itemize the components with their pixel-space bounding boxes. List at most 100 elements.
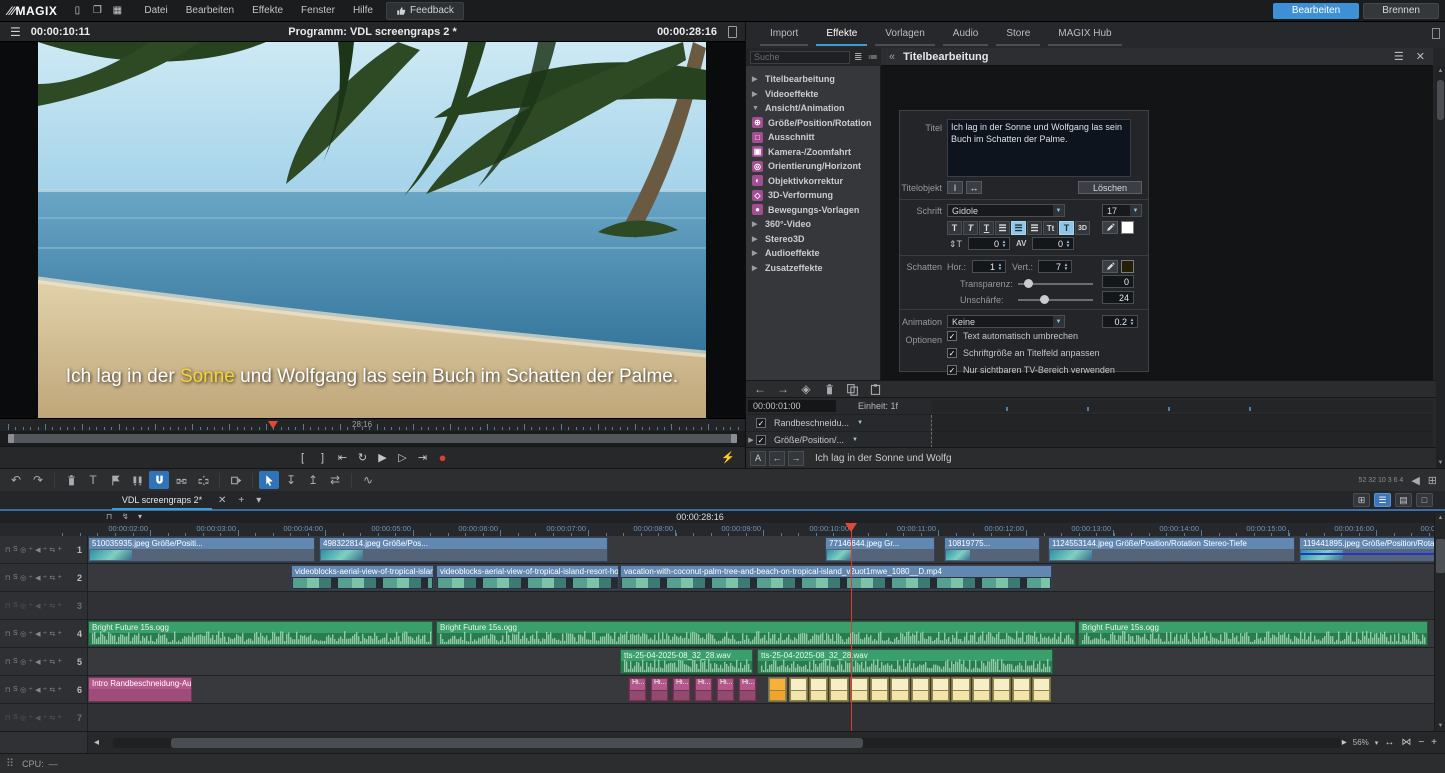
track-lane-6[interactable]: Intro Randbeschneidung-Aus...Hi...Hi...H… xyxy=(88,676,1445,703)
mute-icon[interactable]: ◀ xyxy=(35,546,40,554)
timeline-clip[interactable]: Hi... xyxy=(650,677,669,702)
effect-group-audioeffekte[interactable]: ▶Audioeffekte xyxy=(746,246,880,261)
ungroup-icon[interactable] xyxy=(193,471,213,489)
lock-icon[interactable]: ⊓ xyxy=(5,686,10,694)
mute-icon[interactable]: ◀ xyxy=(35,574,40,582)
pan-curve-icon[interactable]: ÷ xyxy=(43,686,47,693)
transition-icon[interactable]: ⇆ xyxy=(49,574,55,582)
timeline-clip[interactable]: tts-25-04-2025-08_32_28.wav xyxy=(757,649,1053,674)
solo-icon[interactable]: S xyxy=(13,686,18,693)
next-object-icon[interactable]: → xyxy=(788,451,804,466)
panel-detach-icon[interactable] xyxy=(1432,28,1440,39)
timeline-vscrollbar[interactable]: ▲▼ xyxy=(1434,513,1445,731)
list-view-icon[interactable]: ≣ xyxy=(852,52,865,63)
track-lane-1[interactable]: 510035935.jpeg Größe/Positi...498322814.… xyxy=(88,536,1445,563)
delete-title-button[interactable]: Löschen xyxy=(1078,181,1142,194)
range-in-icon[interactable]: [ xyxy=(296,450,310,466)
visibility-icon[interactable]: ◎ xyxy=(20,658,26,666)
tab-effekte[interactable]: Effekte xyxy=(816,24,867,46)
replace-object-icon[interactable] xyxy=(226,471,246,489)
solo-icon[interactable]: S xyxy=(13,574,18,581)
timeline-clip[interactable]: Hi... xyxy=(738,677,757,702)
bold-button[interactable]: T xyxy=(947,221,962,235)
timeline-clip[interactable]: Hi... xyxy=(672,677,691,702)
lock-icon[interactable]: ⊓ xyxy=(5,546,10,554)
solo-icon[interactable]: S xyxy=(13,658,18,665)
solo-icon[interactable]: S xyxy=(13,630,18,637)
font-color-swatch[interactable] xyxy=(1121,221,1134,234)
timeline-clip[interactable] xyxy=(809,677,828,702)
pan-curve-icon[interactable]: ÷ xyxy=(43,658,47,665)
redo-icon[interactable]: ↷ xyxy=(28,471,48,489)
mode-brennen-button[interactable]: Brennen xyxy=(1363,3,1439,19)
effect-group-zusatzeffekte[interactable]: ▶Zusatzeffekte xyxy=(746,261,880,276)
animation-speed-spinner[interactable]: 0.2▲▼ xyxy=(1102,315,1138,328)
visibility-icon[interactable]: ◎ xyxy=(20,630,26,638)
timeline-clip[interactable] xyxy=(951,677,971,702)
timeline-clip[interactable] xyxy=(768,677,787,702)
mouse-mode-icon[interactable] xyxy=(259,471,279,489)
tab-store[interactable]: Store xyxy=(996,24,1040,46)
underline-button[interactable]: T xyxy=(979,221,994,235)
transition-icon[interactable]: ⇆ xyxy=(49,630,55,638)
track-lane-3[interactable] xyxy=(88,592,1445,619)
expand-icon[interactable]: ▶ xyxy=(746,436,756,444)
lock-icon[interactable]: ⊓ xyxy=(5,574,10,582)
timeline-clip[interactable] xyxy=(850,677,869,702)
preview-render-icon[interactable]: ⚡ xyxy=(721,450,735,466)
timeline-clip[interactable]: 119441895.jpeg Größe/Position/Rota... xyxy=(1299,537,1445,562)
3d-text-button[interactable]: 3D xyxy=(1075,221,1090,235)
timeline-clip[interactable] xyxy=(1032,677,1051,702)
panel-close-icon[interactable]: ✕ xyxy=(1416,50,1425,63)
chevron-down-icon[interactable]: ▼ xyxy=(857,420,863,426)
effect-item-3d-verformung[interactable]: ◇3D-Verformung xyxy=(746,188,880,203)
timeline-clip[interactable]: 510035935.jpeg Größe/Positi... xyxy=(88,537,315,562)
line-spacing-spinner[interactable]: 0▲▼ xyxy=(968,237,1010,250)
fit-width-text-button[interactable]: ↔ xyxy=(966,181,982,194)
tab-magix-hub[interactable]: MAGIX Hub xyxy=(1048,24,1121,46)
delete-icon[interactable] xyxy=(61,471,81,489)
hscroll-thumb[interactable] xyxy=(171,738,863,748)
transparency-slider[interactable] xyxy=(1018,283,1093,285)
group-icon[interactable] xyxy=(171,471,191,489)
add-effect-icon[interactable]: + xyxy=(58,630,62,637)
menu-item-fenster[interactable]: Fenster xyxy=(292,0,344,22)
kerning-spinner[interactable]: 0▲▼ xyxy=(1032,237,1074,250)
timeline-ruler[interactable]: 00:00:02:0000:00:03:0000:00:04:0000:00:0… xyxy=(0,523,1445,536)
record-icon[interactable]: ● xyxy=(436,450,450,466)
visibility-icon[interactable]: ◎ xyxy=(20,686,26,694)
marker-icon[interactable] xyxy=(105,471,125,489)
volume-curve-icon[interactable]: ÷ xyxy=(29,630,33,637)
playhead-marker[interactable] xyxy=(845,523,857,532)
track-options-icon[interactable]: ▾ xyxy=(138,512,142,521)
mute-icon[interactable]: ◀ xyxy=(35,686,40,694)
font-color-picker-button[interactable] xyxy=(1102,221,1118,234)
effect-group-titelbearbeitung[interactable]: ▶Titelbearbeitung xyxy=(746,72,880,87)
tab-import[interactable]: Import xyxy=(760,24,808,46)
range-out-icon[interactable]: ] xyxy=(316,450,330,466)
animation-select[interactable]: Keine▼ xyxy=(947,315,1065,328)
panel-scrollbar[interactable]: ▲▼ xyxy=(1436,66,1445,468)
timeline-clip[interactable]: videoblocks-aerial-view-of-tropical-isla… xyxy=(291,565,434,590)
timeline-clip[interactable]: videoblocks-aerial-view-of-tropical-isla… xyxy=(436,565,619,590)
close-project-icon[interactable]: ✕ xyxy=(212,495,232,506)
lock-icon[interactable]: ⊓ xyxy=(5,630,10,638)
add-project-icon[interactable]: + xyxy=(232,495,250,506)
title-editor-icon[interactable]: T xyxy=(83,471,103,489)
timeline-clip[interactable]: 10819775... xyxy=(944,537,1040,562)
timeline-clip[interactable]: 77146644.jpeg Gr... xyxy=(825,537,935,562)
undo-icon[interactable]: ↶ xyxy=(6,471,26,489)
scrubber-handle-right[interactable] xyxy=(731,434,737,443)
preview-scrubber[interactable] xyxy=(0,431,745,446)
caps-button[interactable]: Tt xyxy=(1043,221,1058,235)
effect-group-ansicht/animation[interactable]: ▼Ansicht/Animation xyxy=(746,101,880,116)
shadow-color-picker-button[interactable] xyxy=(1102,260,1118,273)
volume-curve-icon[interactable]: ÷ xyxy=(29,658,33,665)
align-center-button[interactable]: ☰ xyxy=(1011,221,1026,235)
menu-item-effekte[interactable]: Effekte xyxy=(243,0,292,22)
track-lane-4[interactable]: Bright Future 15s.oggBright Future 15s.o… xyxy=(88,620,1445,647)
video-preview[interactable]: Ich lag in der Sonne und Wolfgang las se… xyxy=(0,42,745,418)
lock-icon[interactable]: ⊓ xyxy=(106,512,112,521)
timeline-clip[interactable] xyxy=(829,677,849,702)
timeline-clip[interactable] xyxy=(890,677,910,702)
